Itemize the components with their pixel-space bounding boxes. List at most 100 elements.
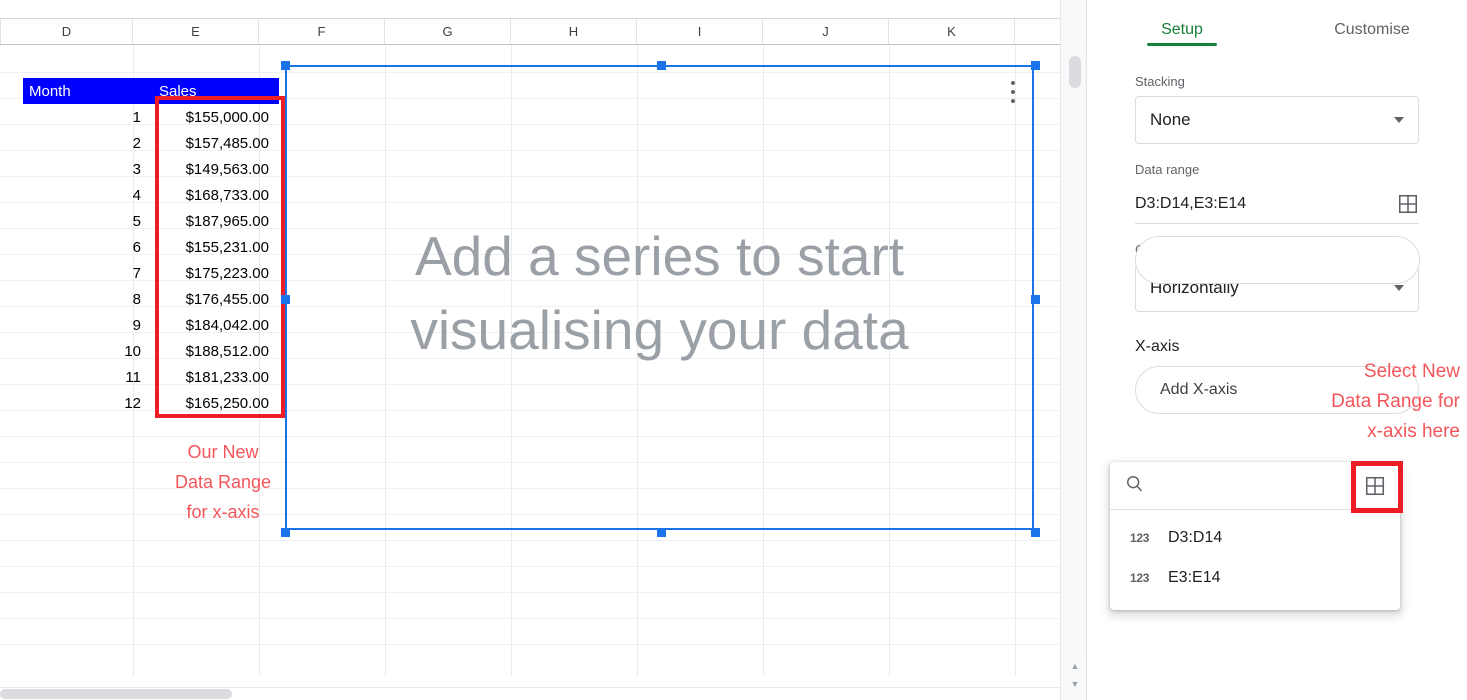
table-body: 1 $155,000.00 2 $157,485.00 3 $149,563.00 4 $16… <box>23 104 279 416</box>
resize-handle-middle-left[interactable] <box>281 295 290 304</box>
cell-month[interactable]: 6 <box>23 234 151 260</box>
horizontal-scrollbar-thumb[interactable] <box>0 689 232 699</box>
number-type-icon: 123 <box>1130 571 1150 585</box>
data-range-row[interactable]: D3:D14,E3:E14 <box>1135 184 1419 224</box>
table-row[interactable]: 2 $157,485.00 <box>23 130 279 156</box>
cell-sales[interactable]: $184,042.00 <box>151 312 279 338</box>
resize-handle-middle-right[interactable] <box>1031 295 1040 304</box>
cell-month[interactable]: 10 <box>23 338 151 364</box>
panel-tabs: Setup Customise <box>1087 0 1467 56</box>
table-header-row: Month Sales <box>23 78 279 104</box>
vertical-scrollbar-thumb[interactable] <box>1069 56 1081 88</box>
column-header-e[interactable]: E <box>133 19 259 44</box>
chart-placeholder-line: Add a series to start <box>414 225 905 287</box>
dropdown-search-input[interactable] <box>1154 477 1364 494</box>
column-header-h[interactable]: H <box>511 19 637 44</box>
column-header-i[interactable]: I <box>637 19 763 44</box>
app-root: DEFGHIJK Month Sales 1 $155,000.00 2 $157,4… <box>0 0 1467 700</box>
cell-month[interactable]: 4 <box>23 182 151 208</box>
data-range-label: Data range <box>1135 162 1200 177</box>
grid-select-icon-dropdown[interactable] <box>1364 475 1386 497</box>
cell-sales[interactable]: $188,512.00 <box>151 338 279 364</box>
chart-placeholder-text: Add a series to start visualising your da… <box>287 219 1032 367</box>
cell-month[interactable]: 7 <box>23 260 151 286</box>
column-header-k[interactable]: K <box>889 19 1015 44</box>
cell-month[interactable]: 5 <box>23 208 151 234</box>
cell-sales[interactable]: $155,231.00 <box>151 234 279 260</box>
chart-placeholder-line: visualising your data <box>410 299 909 361</box>
number-type-icon: 123 <box>1130 531 1150 545</box>
resize-handle-top-left[interactable] <box>281 61 290 70</box>
cell-sales[interactable]: $155,000.00 <box>151 104 279 130</box>
sales-data-table: Month Sales 1 $155,000.00 2 $157,485.00 3 $14… <box>23 78 279 416</box>
column-header-g[interactable]: G <box>385 19 511 44</box>
table-row[interactable]: 6 $155,231.00 <box>23 234 279 260</box>
cell-sales[interactable]: $168,733.00 <box>151 182 279 208</box>
table-row[interactable]: 3 $149,563.00 <box>23 156 279 182</box>
chart-object[interactable]: Add a series to start visualising your da… <box>281 61 1040 537</box>
grid-hline <box>0 618 1060 619</box>
vertical-scrollbar-track[interactable] <box>1068 46 1082 656</box>
chart-kebab-menu-icon[interactable] <box>1006 81 1020 103</box>
cell-month[interactable]: 12 <box>23 390 151 416</box>
annotation-line: x-axis here <box>1367 421 1460 442</box>
cell-month[interactable]: 1 <box>23 104 151 130</box>
dropdown-search-row[interactable] <box>1110 462 1400 510</box>
cell-month[interactable]: 8 <box>23 286 151 312</box>
column-header-f[interactable]: F <box>259 19 385 44</box>
add-series-button-hidden[interactable] <box>1135 236 1420 284</box>
cell-sales[interactable]: $176,455.00 <box>151 286 279 312</box>
resize-handle-bottom-middle[interactable] <box>657 528 666 537</box>
x-axis-range-dropdown: 123 D3:D14 123 E3:E14 <box>1110 462 1400 610</box>
cell-sales[interactable]: $181,233.00 <box>151 364 279 390</box>
resize-handle-bottom-right[interactable] <box>1031 528 1040 537</box>
column-header-d[interactable]: D <box>0 19 133 44</box>
scroll-up-icon[interactable]: ▲ <box>1067 658 1083 674</box>
cell-month[interactable]: 2 <box>23 130 151 156</box>
table-row[interactable]: 8 $176,455.00 <box>23 286 279 312</box>
cell-sales[interactable]: $157,485.00 <box>151 130 279 156</box>
cell-sales[interactable]: $175,223.00 <box>151 260 279 286</box>
grid-select-icon[interactable] <box>1397 193 1419 215</box>
tab-setup[interactable]: Setup <box>1087 0 1277 56</box>
grid-hline <box>0 540 1060 541</box>
stacking-select[interactable]: None <box>1135 96 1419 144</box>
column-header-j[interactable]: J <box>763 19 889 44</box>
cell-sales[interactable]: $149,563.00 <box>151 156 279 182</box>
cell-sales[interactable]: $165,250.00 <box>151 390 279 416</box>
dropdown-item[interactable]: 123 D3:D14 <box>1110 518 1400 558</box>
chevron-down-icon <box>1394 117 1404 123</box>
cell-sales[interactable]: $187,965.00 <box>151 208 279 234</box>
dropdown-item-list: 123 D3:D14 123 E3:E14 <box>1110 510 1400 610</box>
cell-month[interactable]: 3 <box>23 156 151 182</box>
chevron-down-icon <box>1394 285 1404 291</box>
dropdown-item[interactable]: 123 E3:E14 <box>1110 558 1400 598</box>
annotation-line: for x-axis <box>186 502 260 522</box>
table-row[interactable]: 1 $155,000.00 <box>23 104 279 130</box>
table-row[interactable]: 4 $168,733.00 <box>23 182 279 208</box>
table-row[interactable]: 11 $181,233.00 <box>23 364 279 390</box>
data-range-value: D3:D14,E3:E14 <box>1135 194 1247 212</box>
annotation-line: Data Range for <box>1331 391 1460 412</box>
resize-handle-top-right[interactable] <box>1031 61 1040 70</box>
table-row[interactable]: 9 $184,042.00 <box>23 312 279 338</box>
stacking-value: None <box>1150 110 1191 129</box>
cell-month[interactable]: 9 <box>23 312 151 338</box>
spreadsheet-area: DEFGHIJK Month Sales 1 $155,000.00 2 $157,4… <box>0 0 1086 700</box>
tab-customise[interactable]: Customise <box>1277 0 1467 56</box>
dropdown-item-label: E3:E14 <box>1168 569 1221 586</box>
cell-month[interactable]: 11 <box>23 364 151 390</box>
table-row[interactable]: 5 $187,965.00 <box>23 208 279 234</box>
scroll-down-icon[interactable]: ▼ <box>1067 676 1083 692</box>
grid-hline <box>0 592 1060 593</box>
add-x-axis-label: Add X-axis <box>1160 381 1238 398</box>
table-row[interactable]: 7 $175,223.00 <box>23 260 279 286</box>
table-row[interactable]: 10 $188,512.00 <box>23 338 279 364</box>
column-header-sales: Sales <box>151 78 279 104</box>
resize-handle-bottom-left[interactable] <box>281 528 290 537</box>
table-row[interactable]: 12 $165,250.00 <box>23 390 279 416</box>
search-icon <box>1124 473 1144 498</box>
stacking-label: Stacking <box>1135 74 1185 89</box>
panel-annotation-text: Select New Data Range for x-axis here <box>1284 357 1460 447</box>
resize-handle-top-middle[interactable] <box>657 61 666 70</box>
